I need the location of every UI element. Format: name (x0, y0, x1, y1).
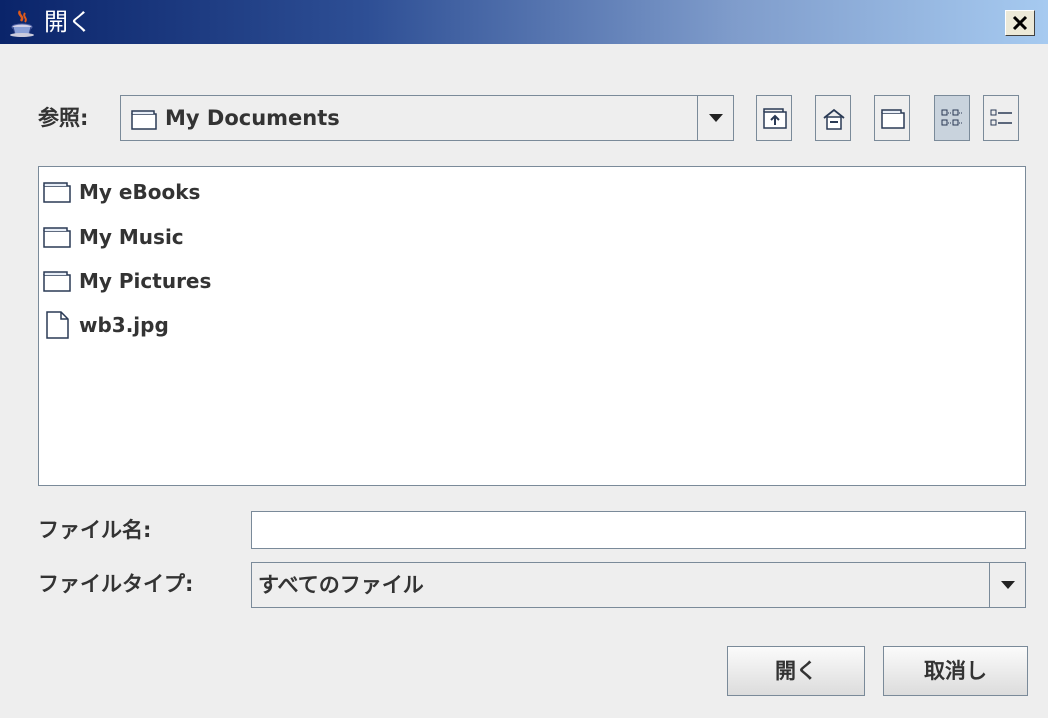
folder-icon (131, 110, 157, 130)
file-name: wb3.jpg (79, 313, 169, 337)
new-folder-button[interactable] (874, 95, 910, 141)
up-folder-icon (763, 108, 787, 129)
close-icon (1012, 15, 1028, 31)
look-in-dropdown-arrow[interactable] (697, 96, 733, 140)
look-in-combo[interactable]: My Documents (120, 95, 734, 141)
details-view-button[interactable] (983, 95, 1019, 141)
folder-icon (43, 271, 71, 292)
cancel-button[interactable]: 取消し (883, 646, 1028, 696)
details-view-icon (990, 109, 1012, 126)
java-coffee-icon (10, 10, 34, 37)
home-button[interactable] (815, 95, 851, 141)
up-one-level-button[interactable] (756, 95, 792, 141)
new-folder-icon (881, 109, 905, 129)
file-name-label: ファイル名: (38, 518, 152, 542)
file-type-combo[interactable]: すべてのファイル (251, 562, 1026, 608)
list-view-button[interactable] (934, 95, 970, 141)
folder-icon (43, 227, 71, 248)
dialog-title: 開く (44, 8, 92, 36)
file-open-dialog: 開く 参照: My Documents My eBooks My Music M… (0, 0, 1048, 718)
list-view-icon (941, 109, 963, 126)
folder-icon (43, 182, 71, 203)
look-in-label: 参照: (38, 106, 89, 130)
file-icon (46, 311, 69, 339)
title-bar[interactable]: 開く (0, 0, 1048, 44)
close-button[interactable] (1005, 10, 1035, 36)
home-icon (823, 108, 845, 130)
file-list[interactable]: My eBooks My Music My Pictures wb3.jpg (38, 166, 1026, 486)
open-button[interactable]: 開く (727, 646, 865, 696)
file-name: My Music (79, 225, 184, 249)
file-name: My eBooks (79, 180, 201, 204)
look-in-value: My Documents (165, 106, 340, 130)
file-type-dropdown-arrow[interactable] (989, 563, 1025, 607)
file-type-value: すべてのファイル (258, 573, 424, 597)
file-type-label: ファイルタイプ: (38, 572, 194, 596)
file-name: My Pictures (79, 269, 212, 293)
file-name-input[interactable] (251, 511, 1026, 549)
